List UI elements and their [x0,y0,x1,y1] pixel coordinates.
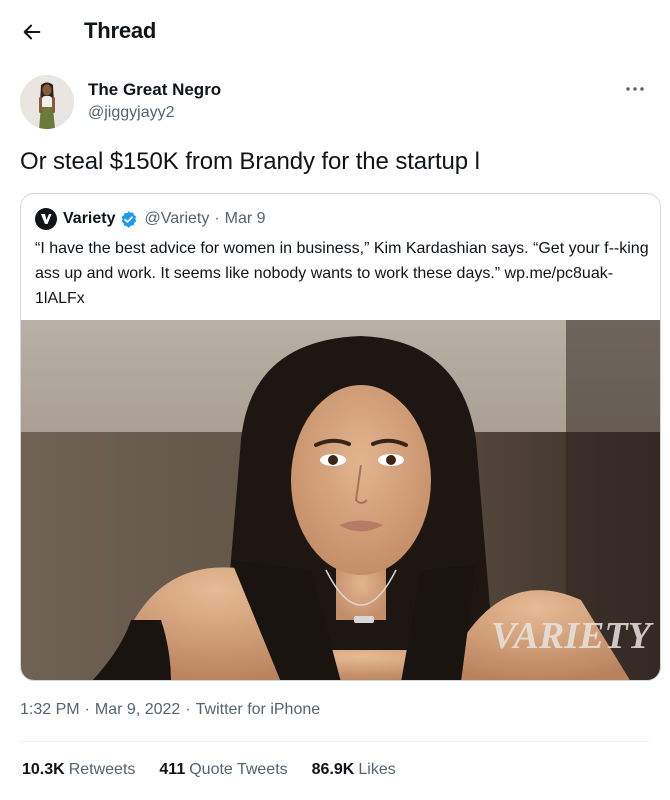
page-title: Thread [84,18,157,43]
thread-header: Thread [0,0,670,62]
tweet-date[interactable]: Mar 9, 2022 [95,701,180,718]
back-button[interactable] [14,14,50,50]
divider [20,741,650,742]
separator-dot: · [214,210,220,227]
author-name[interactable]: The Great Negro [88,80,221,100]
quoted-tweet-header: Variety @Variety · Mar 9 [35,208,266,230]
separator-dot: · [84,701,90,718]
tweet-stats: 10.3K Retweets 411 Quote Tweets 86.9K Likes [22,761,420,779]
quoted-tweet-card[interactable]: Variety @Variety · Mar 9 “I have the bes… [20,193,661,681]
quoted-tweet-date[interactable]: Mar 9 [225,210,266,228]
more-button[interactable] [620,77,650,101]
tweet-text: Or steal $150K from Brandy for the start… [20,148,480,175]
quoted-author-handle[interactable]: @Variety [144,210,209,228]
variety-watermark: VARIETY [491,615,655,657]
verified-badge-icon [119,210,138,229]
author-handle[interactable]: @jiggyjayy2 [88,104,175,122]
quoted-author-name[interactable]: Variety [63,210,115,228]
quoted-tweet-text: “I have the best advice for women in bus… [35,240,649,307]
separator-dot: · [185,701,191,718]
tweet-author: The Great Negro @jiggyjayy2 [20,73,650,131]
avatar[interactable] [20,75,74,129]
tweet-meta: 1:32 PM · Mar 9, 2022 · Twitter for iPhone [20,701,320,719]
variety-logo-icon[interactable] [35,208,57,230]
likes-stat[interactable]: 86.9K Likes [312,761,396,779]
quoted-tweet-image[interactable]: VARIETY [21,320,661,681]
quote-tweets-stat[interactable]: 411 Quote Tweets [159,761,287,779]
more-horizontal-icon [626,87,644,91]
tweet-source[interactable]: Twitter for iPhone [196,701,321,718]
tweet-timestamp[interactable]: 1:32 PM [20,701,80,718]
retweets-stat[interactable]: 10.3K Retweets [22,761,135,779]
avatar-image [20,75,74,129]
arrow-left-icon [23,24,41,40]
